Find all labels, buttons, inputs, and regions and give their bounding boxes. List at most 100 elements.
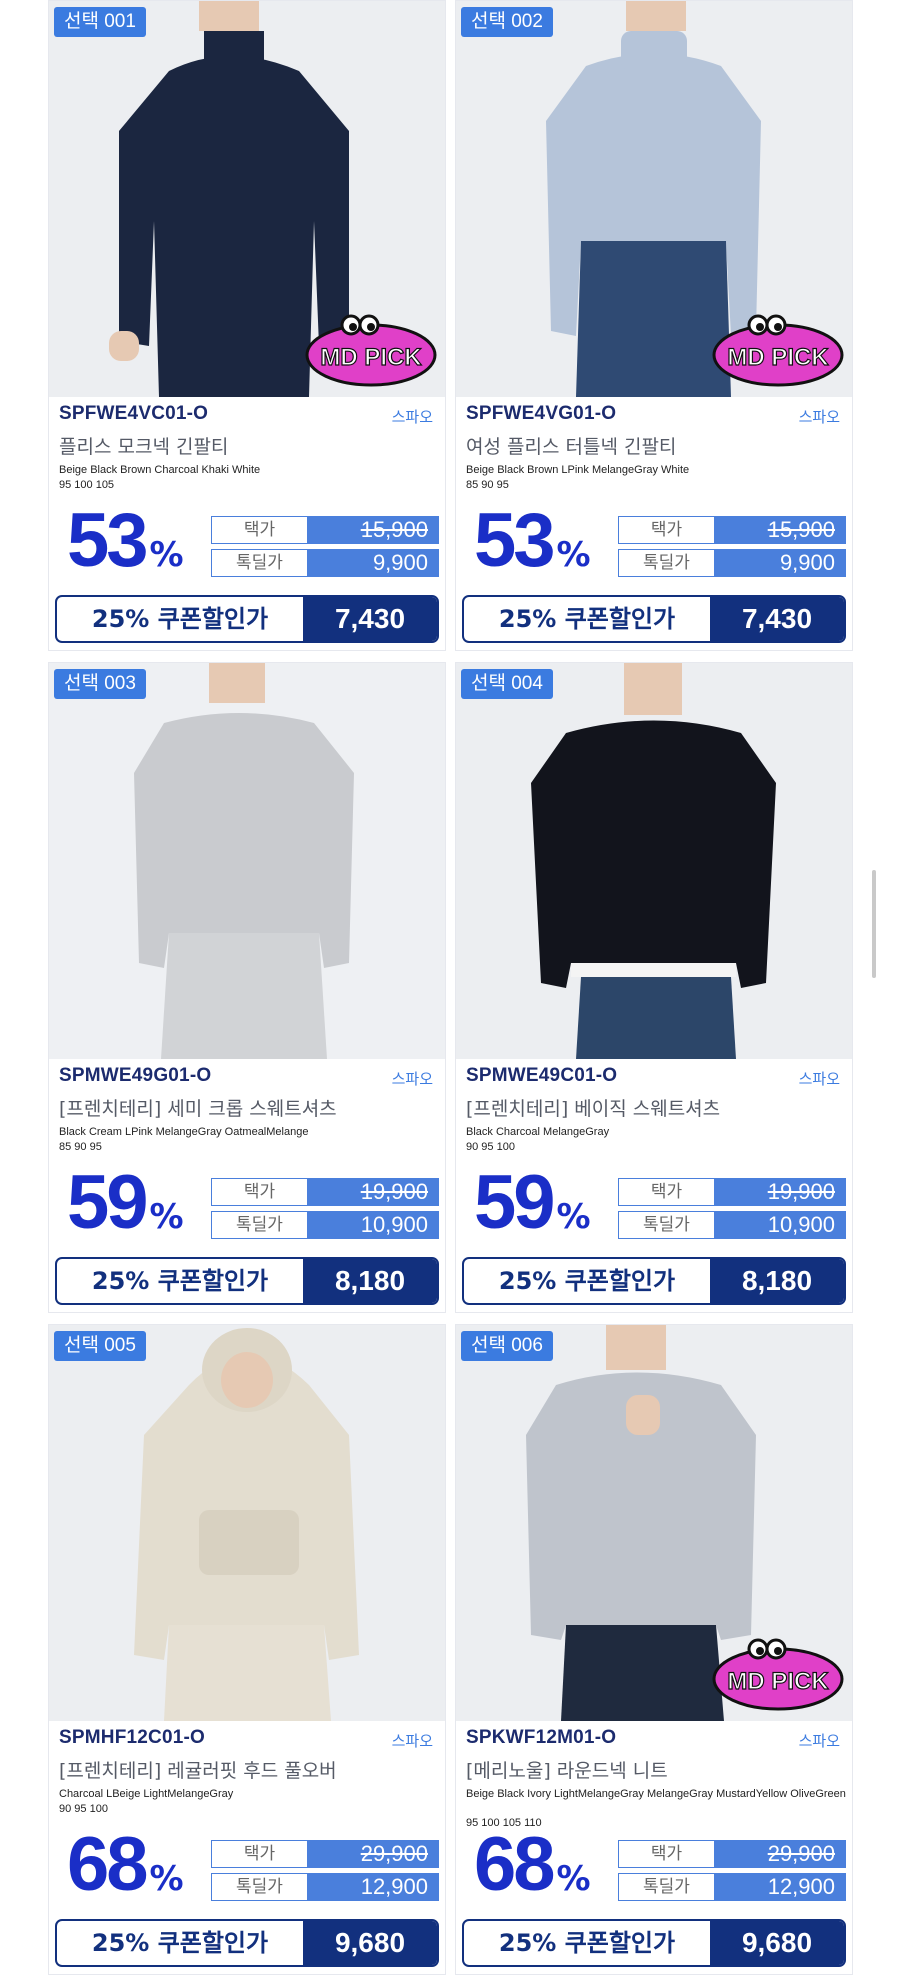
discount-percent: 59% — [67, 1163, 184, 1243]
product-name[interactable]: [메리노울] 라운드넥 니트 — [466, 1756, 668, 1783]
deal-price-value: 9,900 — [307, 550, 438, 576]
brand-name: 스파오 — [798, 408, 840, 426]
coupon-price-value: 7,430 — [710, 597, 844, 641]
coupon-price-value: 9,680 — [710, 1921, 844, 1965]
product-name[interactable]: [프렌치테리] 세미 크롭 스웨트셔츠 — [59, 1094, 337, 1121]
product-code: SPMWE49G01-O — [59, 1065, 212, 1086]
coupon-price-button[interactable]: 25% 쿠폰할인가 9,680 — [55, 1919, 439, 1967]
tag-price-row: 택가 19,900 — [618, 1178, 846, 1206]
discount-percent: 53% — [474, 501, 591, 581]
size-options: 85 90 95 — [59, 1141, 102, 1153]
deal-price-label: 톡딜가 — [619, 550, 714, 576]
tag-price-row: 택가 29,900 — [211, 1840, 439, 1868]
color-options: Beige Black Brown LPink MelangeGray Whit… — [466, 464, 690, 476]
deal-price-label: 톡딜가 — [212, 1874, 307, 1900]
select-number-badge: 선택 004 — [461, 669, 553, 699]
coupon-price-value: 9,680 — [303, 1921, 437, 1965]
product-photo[interactable]: 선택 001 MD PICK — [49, 1, 445, 397]
brand-name: 스파오 — [391, 408, 433, 426]
brand-name: 스파오 — [391, 1070, 433, 1088]
coupon-price-button[interactable]: 25% 쿠폰할인가 9,680 — [462, 1919, 846, 1967]
coupon-label: 25% 쿠폰할인가 — [91, 1267, 269, 1295]
color-options: Black Cream LPink MelangeGray OatmealMel… — [59, 1126, 309, 1138]
deal-price-row: 톡딜가 9,900 — [618, 549, 846, 577]
tag-price-label: 택가 — [212, 517, 307, 543]
color-options: Beige Black Brown Charcoal Khaki White — [59, 464, 261, 476]
select-number-badge: 선택 001 — [54, 7, 146, 37]
tag-price-label: 택가 — [619, 517, 714, 543]
coupon-price-value: 8,180 — [303, 1259, 437, 1303]
product-code: SPMHF12C01-O — [59, 1727, 205, 1748]
tag-price-row: 택가 19,900 — [211, 1178, 439, 1206]
deal-price-row: 톡딜가 10,900 — [211, 1211, 439, 1239]
tag-price-value: 19,900 — [714, 1179, 845, 1205]
tag-price-value: 29,900 — [714, 1841, 845, 1867]
discount-value: 59 — [474, 1160, 556, 1245]
product-photo[interactable]: 선택 006 MD PICK — [456, 1325, 852, 1721]
product-photo[interactable]: 선택 004 — [456, 663, 852, 1059]
size-options: 90 95 100 — [466, 1141, 515, 1153]
coupon-price-button[interactable]: 25% 쿠폰할인가 7,430 — [55, 595, 439, 643]
tag-price-row: 택가 15,900 — [618, 516, 846, 544]
deal-price-value: 9,900 — [714, 550, 845, 576]
deal-price-row: 톡딜가 12,900 — [211, 1873, 439, 1901]
deal-price-label: 톡딜가 — [212, 1212, 307, 1238]
product-card-6[interactable]: 선택 006 MD PICK SPKWF12M01-O 스파오 [메리노울] 라… — [455, 1324, 853, 1975]
product-card-4[interactable]: 선택 004 SPMWE49C01-O 스파오 [프렌치테리] 베이직 스웨트셔… — [455, 662, 853, 1313]
product-card-2[interactable]: 선택 002 MD PICK SPFWE4VG01-O 스파오 여성 플리스 터… — [455, 0, 853, 651]
coupon-label: 25% 쿠폰할인가 — [498, 605, 676, 633]
md-pick-badge-icon: MD PICK — [712, 314, 844, 387]
coupon-price-button[interactable]: 25% 쿠폰할인가 7,430 — [462, 595, 846, 643]
discount-value: 59 — [67, 1160, 149, 1245]
tag-price-row: 택가 15,900 — [211, 516, 439, 544]
product-name[interactable]: 플리스 모크넥 긴팔티 — [59, 432, 228, 459]
size-options: 85 90 95 — [466, 479, 509, 491]
product-photo[interactable]: 선택 003 — [49, 663, 445, 1059]
discount-value: 53 — [67, 498, 149, 583]
product-code: SPKWF12M01-O — [466, 1727, 617, 1748]
tag-price-value: 29,900 — [307, 1841, 438, 1867]
select-number-badge: 선택 005 — [54, 1331, 146, 1361]
percent-sign: % — [556, 1197, 591, 1237]
coupon-label: 25% 쿠폰할인가 — [498, 1267, 676, 1295]
coupon-label: 25% 쿠폰할인가 — [91, 605, 269, 633]
product-card-5[interactable]: 선택 005 SPMHF12C01-O 스파오 [프렌치테리] 레귤러핏 후드 … — [48, 1324, 446, 1975]
discount-percent: 68% — [67, 1825, 184, 1905]
size-options: 90 95 100 — [59, 1803, 108, 1815]
svg-text:MD PICK: MD PICK — [727, 1668, 829, 1695]
percent-sign: % — [556, 1859, 591, 1899]
svg-text:MD PICK: MD PICK — [320, 344, 422, 371]
color-options: Black Charcoal MelangeGray — [466, 1126, 610, 1138]
page-scrollbar[interactable] — [872, 870, 876, 978]
tag-price-value: 15,900 — [714, 517, 845, 543]
deal-price-value: 10,900 — [307, 1212, 438, 1238]
coupon-price-value: 7,430 — [303, 597, 437, 641]
product-name[interactable]: [프렌치테리] 베이직 스웨트셔츠 — [466, 1094, 720, 1121]
product-card-3[interactable]: 선택 003 SPMWE49G01-O 스파오 [프렌치테리] 세미 크롭 스웨… — [48, 662, 446, 1313]
brand-name: 스파오 — [798, 1732, 840, 1750]
select-number-badge: 선택 006 — [461, 1331, 553, 1361]
tag-price-label: 택가 — [619, 1179, 714, 1205]
brand-name: 스파오 — [391, 1732, 433, 1750]
product-code: SPMWE49C01-O — [466, 1065, 618, 1086]
coupon-price-button[interactable]: 25% 쿠폰할인가 8,180 — [55, 1257, 439, 1305]
tag-price-value: 15,900 — [307, 517, 438, 543]
product-photo[interactable]: 선택 002 MD PICK — [456, 1, 852, 397]
color-options: Charcoal LBeige LightMelangeGray — [59, 1788, 234, 1800]
product-card-1[interactable]: 선택 001 MD PICK SPFWE4VC01-O 스파오 플리스 모크넥 … — [48, 0, 446, 651]
product-code: SPFWE4VC01-O — [59, 403, 209, 424]
discount-value: 68 — [474, 1822, 556, 1907]
percent-sign: % — [149, 535, 184, 575]
product-photo[interactable]: 선택 005 — [49, 1325, 445, 1721]
coupon-price-button[interactable]: 25% 쿠폰할인가 8,180 — [462, 1257, 846, 1305]
discount-percent: 68% — [474, 1825, 591, 1905]
tag-price-value: 19,900 — [307, 1179, 438, 1205]
coupon-label: 25% 쿠폰할인가 — [498, 1929, 676, 1957]
deal-price-value: 12,900 — [307, 1874, 438, 1900]
discount-percent: 59% — [474, 1163, 591, 1243]
product-name[interactable]: 여성 플리스 터틀넥 긴팔티 — [466, 432, 676, 459]
product-name[interactable]: [프렌치테리] 레귤러핏 후드 풀오버 — [59, 1756, 337, 1783]
select-number-badge: 선택 002 — [461, 7, 553, 37]
deal-price-label: 톡딜가 — [619, 1212, 714, 1238]
deal-price-value: 12,900 — [714, 1874, 845, 1900]
